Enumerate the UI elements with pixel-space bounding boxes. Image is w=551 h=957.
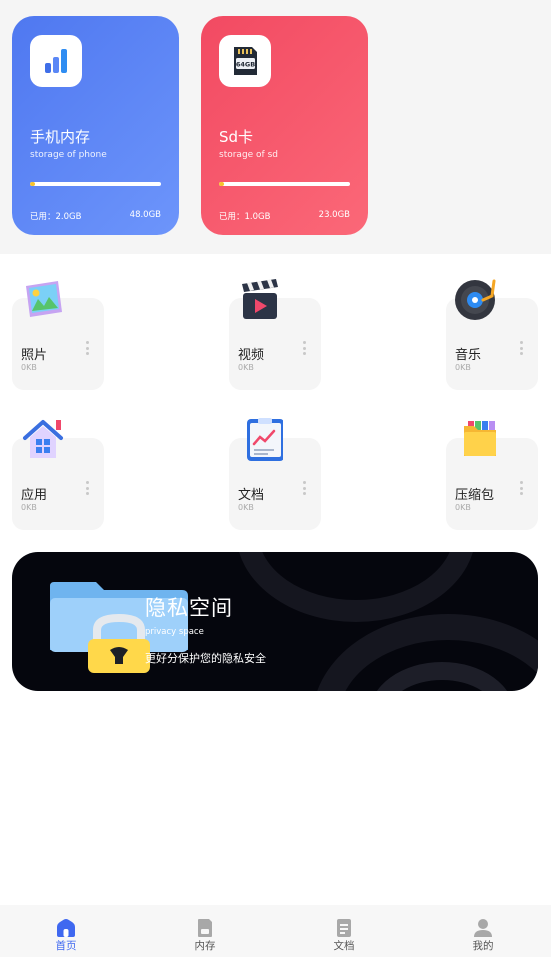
category-videos[interactable]: 视频 0KB xyxy=(229,278,339,398)
category-size: 0KB xyxy=(21,363,37,372)
category-label: 压缩包 xyxy=(455,488,495,503)
more-options-icon[interactable] xyxy=(85,341,89,355)
category-label: 照片 xyxy=(21,348,48,363)
nav-storage[interactable]: 内存 xyxy=(136,905,274,957)
category-size: 0KB xyxy=(21,503,37,512)
folder-icon xyxy=(454,418,500,462)
category-label: 文档 xyxy=(238,488,265,503)
privacy-subtitle: privacy space xyxy=(145,627,204,637)
vinyl-record-icon xyxy=(454,278,500,322)
card-title: 手机内存 xyxy=(30,128,91,146)
category-photos[interactable]: 照片 0KB xyxy=(12,278,122,398)
nav-label: 内存 xyxy=(194,940,216,952)
total-amount: 23.0GB xyxy=(318,210,350,220)
privacy-space-banner[interactable]: 隐私空间 privacy space 更好分保护您的隐私安全 xyxy=(12,552,538,691)
more-options-icon[interactable] xyxy=(85,481,89,495)
sd-card-capacity-label: 64GB xyxy=(236,61,255,69)
storage-progress-fill xyxy=(219,182,225,186)
more-options-icon[interactable] xyxy=(519,341,523,355)
nav-label: 文档 xyxy=(333,940,355,952)
category-music[interactable]: 音乐 0KB xyxy=(446,278,551,398)
user-icon xyxy=(473,918,493,938)
house-icon xyxy=(20,418,66,462)
category-size: 0KB xyxy=(455,363,471,372)
decorative-ring xyxy=(236,552,476,622)
privacy-title: 隐私空间 xyxy=(145,596,233,620)
used-amount: 已用：2.0GB xyxy=(30,212,82,222)
storage-progress-bar xyxy=(30,182,161,186)
category-label: 视频 xyxy=(238,348,265,363)
sd-card-icon xyxy=(195,918,215,938)
used-amount: 已用：1.0GB xyxy=(219,212,271,222)
more-options-icon[interactable] xyxy=(302,481,306,495)
nav-label: 我的 xyxy=(472,940,494,952)
category-label: 音乐 xyxy=(455,348,482,363)
storage-progress-bar xyxy=(219,182,350,186)
nav-documents[interactable]: 文档 xyxy=(275,905,413,957)
signal-bars-icon xyxy=(30,35,82,87)
more-options-icon[interactable] xyxy=(519,481,523,495)
sd-card-icon: 64GB xyxy=(219,35,271,87)
nav-label: 首页 xyxy=(55,940,77,952)
phone-storage-card[interactable]: 手机内存 storage of phone 已用：2.0GB 48.0GB xyxy=(12,16,179,235)
card-subtitle: storage of sd xyxy=(219,150,278,160)
category-size: 0KB xyxy=(238,503,254,512)
storage-overview: 手机内存 storage of phone 已用：2.0GB 48.0GB 64… xyxy=(0,0,551,254)
category-label: 应用 xyxy=(21,488,48,503)
card-title: Sd卡 xyxy=(219,128,254,146)
total-amount: 48.0GB xyxy=(129,210,161,220)
category-documents[interactable]: 文档 0KB xyxy=(229,418,339,538)
photo-icon xyxy=(20,278,66,322)
nav-home[interactable]: 首页 xyxy=(0,905,135,957)
bottom-navigation: 首页 内存 文档 我的 xyxy=(0,905,551,957)
category-size: 0KB xyxy=(238,363,254,372)
home-icon xyxy=(56,918,76,938)
category-apps[interactable]: 应用 0KB xyxy=(12,418,122,538)
sd-storage-card[interactable]: 64GB Sd卡 storage of sd 已用：1.0GB 23.0GB xyxy=(201,16,368,235)
card-subtitle: storage of phone xyxy=(30,150,107,160)
more-options-icon[interactable] xyxy=(302,341,306,355)
category-archives[interactable]: 压缩包 0KB xyxy=(446,418,551,538)
category-size: 0KB xyxy=(455,503,471,512)
clapperboard-icon xyxy=(237,278,283,322)
privacy-description: 更好分保护您的隐私安全 xyxy=(145,652,266,665)
storage-progress-fill xyxy=(30,182,36,186)
clipboard-chart-icon xyxy=(237,418,284,462)
nav-profile[interactable]: 我的 xyxy=(414,905,551,957)
document-icon xyxy=(334,918,354,938)
